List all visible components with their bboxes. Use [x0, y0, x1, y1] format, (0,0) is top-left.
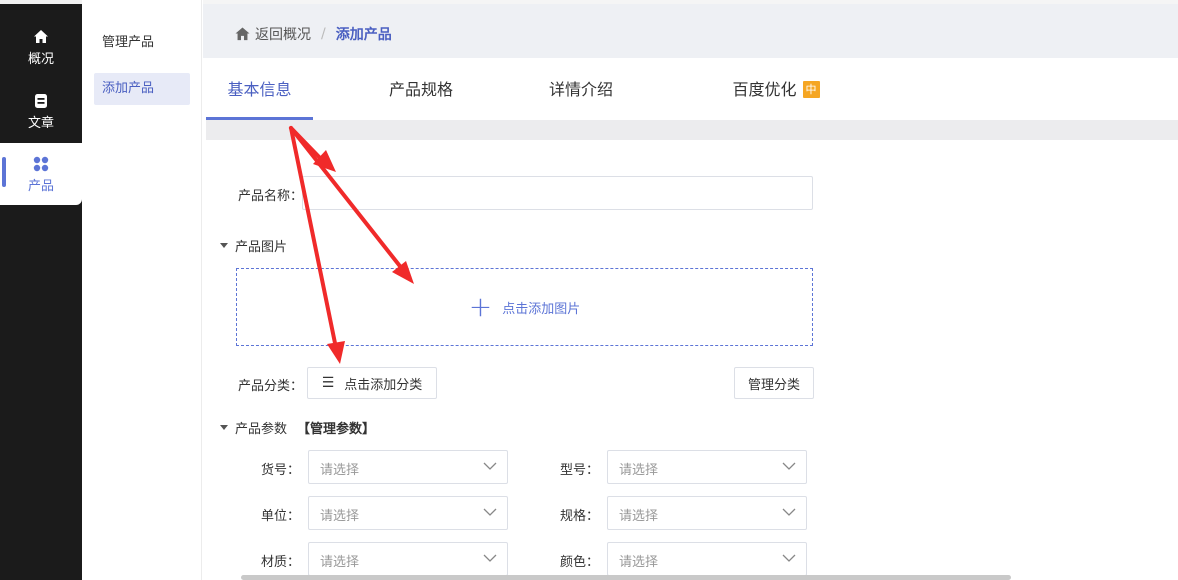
breadcrumb: 返回概况 / 添加产品: [235, 24, 392, 44]
param-select-unit[interactable]: 请选择: [308, 496, 508, 530]
tab-baidu-seo[interactable]: 百度优化中: [726, 58, 826, 120]
param-label-spec: 规格：: [559, 509, 599, 524]
param-select-spec[interactable]: 请选择: [607, 496, 807, 530]
param-label-sku: 货号：: [260, 463, 300, 478]
param-label-unit: 单位：: [260, 509, 300, 524]
list-icon: ☰: [321, 375, 335, 391]
upload-label: 点击添加图片: [502, 301, 581, 317]
param-select-model[interactable]: 请选择: [607, 450, 807, 484]
product-params-section[interactable]: 产品参数 【管理参数】: [220, 418, 375, 437]
product-images-section[interactable]: 产品图片: [220, 236, 287, 255]
chevron-down-icon: [483, 554, 497, 562]
rail-item-overview[interactable]: 概况: [0, 22, 82, 84]
subnav-item-manage-products[interactable]: 管理产品: [94, 27, 190, 59]
rail-top-strip: [0, 0, 82, 4]
tab-bar: 基本信息 产品规格 详情介绍 百度优化中: [206, 58, 1178, 120]
tab-badge: 中: [802, 81, 820, 98]
tab-label: 百度优化: [732, 80, 797, 99]
caret-down-icon: [220, 243, 228, 248]
section-divider: [206, 120, 1178, 140]
param-select-color[interactable]: 请选择: [607, 542, 807, 576]
chevron-down-icon: [782, 508, 796, 516]
chevron-down-icon: [782, 554, 796, 562]
chevron-down-icon: [483, 508, 497, 516]
breadcrumb-separator: /: [321, 26, 326, 42]
breadcrumb-current: 添加产品: [335, 27, 392, 43]
topbar: 返回概况 / 添加产品: [203, 0, 1178, 58]
tab-label: 产品规格: [388, 80, 453, 99]
image-upload-area[interactable]: + 点击添加图片: [236, 268, 813, 346]
home-icon: [34, 30, 48, 43]
select-placeholder: 请选择: [320, 509, 360, 524]
select-placeholder: 请选择: [320, 555, 360, 570]
rail-item-label: 概况: [27, 52, 54, 67]
select-placeholder: 请选择: [619, 555, 659, 570]
caret-down-icon: [220, 425, 228, 430]
add-category-button[interactable]: ☰ 点击添加分类: [307, 367, 437, 399]
rail-item-label: 产品: [27, 179, 54, 194]
rail-item-products[interactable]: 产品: [0, 143, 82, 205]
plus-icon: +: [468, 290, 493, 323]
param-label-model: 型号：: [559, 463, 599, 478]
param-label-material: 材质：: [260, 555, 300, 570]
manage-category-button[interactable]: 管理分类: [734, 367, 814, 399]
param-label-color: 颜色：: [559, 555, 599, 570]
section-title: 产品图片: [235, 240, 288, 255]
product-form: 产品名称： 产品图片 + 点击添加图片 产品分类： ☰ 点击添加分类 管理分类 …: [206, 140, 1178, 580]
breadcrumb-back-link[interactable]: 返回概况: [255, 24, 311, 44]
app-rail: 概况 文章 产品: [0, 0, 82, 580]
home-icon[interactable]: [235, 27, 250, 41]
rail-item-articles[interactable]: 文章: [0, 86, 82, 148]
product-subnav: 管理产品 添加产品: [82, 0, 202, 580]
product-name-label: 产品名称：: [238, 189, 304, 204]
chevron-down-icon: [782, 462, 796, 470]
tab-basic-info[interactable]: 基本信息: [206, 58, 313, 120]
chevron-down-icon: [483, 462, 497, 470]
tab-label: 详情介绍: [548, 80, 613, 99]
button-label: 管理分类: [747, 377, 800, 393]
tab-product-spec[interactable]: 产品规格: [386, 58, 456, 120]
rail-item-label: 文章: [27, 116, 54, 131]
param-select-material[interactable]: 请选择: [308, 542, 508, 576]
select-placeholder: 请选择: [320, 463, 360, 478]
subnav-item-add-product[interactable]: 添加产品: [94, 73, 190, 105]
product-name-input[interactable]: [302, 176, 813, 210]
tab-details[interactable]: 详情介绍: [546, 58, 616, 120]
param-select-sku[interactable]: 请选择: [308, 450, 508, 484]
select-placeholder: 请选择: [619, 463, 659, 478]
manage-params-link[interactable]: 【管理参数】: [297, 418, 375, 437]
section-title: 产品参数: [235, 422, 288, 437]
category-label: 产品分类：: [238, 379, 304, 394]
main-content: 返回概况 / 添加产品 基本信息 产品规格 详情介绍 百度优化中 产品名称： 产…: [203, 0, 1178, 580]
button-label: 点击添加分类: [344, 377, 423, 393]
document-icon: [35, 94, 47, 108]
tab-label: 基本信息: [227, 80, 292, 99]
grid-icon: [33, 156, 49, 172]
horizontal-scrollbar[interactable]: [241, 575, 1011, 580]
select-placeholder: 请选择: [619, 509, 659, 524]
